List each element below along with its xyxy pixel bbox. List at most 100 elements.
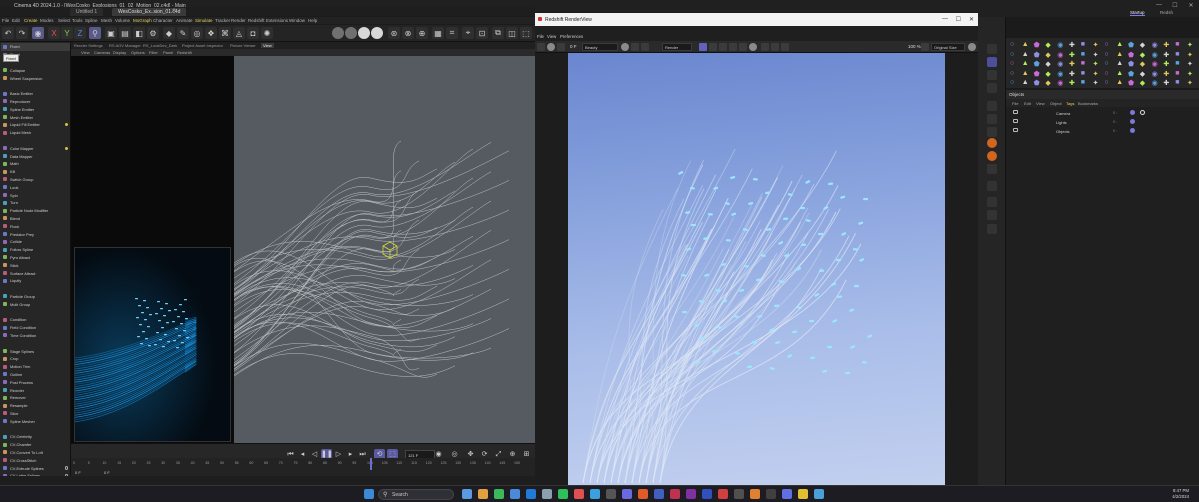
tag-icon[interactable] <box>1130 110 1135 115</box>
create-item[interactable]: CV-Extrude Splines <box>1 464 70 472</box>
object-palette-icon[interactable]: ▲ <box>1022 79 1030 87</box>
isoparm-icon[interactable]: ⊗ <box>402 27 414 39</box>
object-palette-icon[interactable]: ✦ <box>1187 41 1195 49</box>
taskbar-app-icon[interactable] <box>510 489 520 499</box>
rv-grid-icon[interactable] <box>709 43 717 51</box>
object-palette-icon[interactable]: ✚ <box>1069 70 1077 78</box>
taskbar-app-icon[interactable] <box>702 489 712 499</box>
symmetry-icon[interactable]: ⧉ <box>492 27 504 39</box>
rv-menu-file[interactable]: File <box>537 34 544 39</box>
taskbar-app-icon[interactable] <box>734 489 744 499</box>
taskbar-search-input[interactable]: Search <box>378 489 454 500</box>
create-item[interactable]: Particle Group <box>1 293 70 301</box>
create-item[interactable]: Math <box>1 160 70 168</box>
create-item[interactable]: Basic Emitter <box>1 90 70 98</box>
objects-menu-item[interactable]: Object <box>1050 101 1062 106</box>
object-palette-icon[interactable]: ⬟ <box>1034 41 1042 49</box>
rv-exposure-icon[interactable] <box>749 43 757 51</box>
create-item[interactable]: CV-Celebrity <box>1 433 70 441</box>
object-palette-icon[interactable]: ◆ <box>1045 60 1053 68</box>
object-palette-icon[interactable]: ◆ <box>1045 51 1053 59</box>
taskbar-app-icon[interactable] <box>686 489 696 499</box>
wireframe-icon[interactable]: ⊛ <box>388 27 400 39</box>
taskbar-app-icon[interactable] <box>814 489 824 499</box>
tag-icon[interactable] <box>1130 119 1135 124</box>
objects-menu-item[interactable]: File <box>1012 101 1018 106</box>
object-palette-icon[interactable]: ◉ <box>1057 41 1065 49</box>
object-palette-icon[interactable]: ✦ <box>1187 60 1195 68</box>
object-palette-icon[interactable]: ○ <box>1104 60 1112 68</box>
objects-menu-item[interactable]: Bookmarks <box>1078 101 1098 106</box>
taskbar-app-icon[interactable] <box>782 489 792 499</box>
object-palette-icon[interactable]: ○ <box>1010 51 1018 59</box>
object-palette-icon[interactable]: ◉ <box>1152 41 1160 49</box>
view-icon-side[interactable] <box>987 57 997 67</box>
objects-menu-item[interactable]: Edit <box>1024 101 1031 106</box>
menu-render[interactable]: Render <box>231 18 246 23</box>
z-axis-icon[interactable]: Z <box>74 27 86 39</box>
rv-menu-preferences[interactable]: Preferences <box>560 34 583 39</box>
object-palette-icon[interactable]: ▲ <box>1116 70 1124 78</box>
menu-create[interactable]: Create <box>24 18 38 23</box>
rv-color-icon[interactable] <box>621 43 629 51</box>
rv-region-icon[interactable] <box>699 43 707 51</box>
object-palette-icon[interactable]: ◆ <box>1140 41 1148 49</box>
minimize-button[interactable]: — <box>1151 2 1167 8</box>
taskbar-app-icon[interactable] <box>542 489 552 499</box>
object-palette-icon[interactable]: ◆ <box>1140 60 1148 68</box>
rv-pick-icon[interactable] <box>729 43 737 51</box>
menu-spline[interactable]: Spline <box>85 18 98 23</box>
create-item[interactable]: Color Mapper <box>1 144 70 152</box>
create-item[interactable]: Particle Node Modifier <box>1 207 70 215</box>
viewport-menu-item[interactable]: View <box>81 50 90 55</box>
object-palette-icon[interactable]: ■ <box>1081 79 1089 87</box>
snap-icon[interactable]: ⌗ <box>446 27 458 39</box>
deformer-icon[interactable]: ⌘ <box>219 27 231 39</box>
taskbar-app-icon[interactable] <box>574 489 584 499</box>
viewport-menu-item[interactable]: Filter <box>149 50 158 55</box>
create-item[interactable]: Wheel Suspension <box>1 74 70 82</box>
viewport-tab[interactable]: View <box>261 43 274 48</box>
create-item[interactable]: Liquid Mesh <box>1 129 70 137</box>
object-palette-icon[interactable]: ◆ <box>1140 51 1148 59</box>
field-icon[interactable]: ◬ <box>233 27 245 39</box>
snapping-icon-side[interactable] <box>987 138 997 148</box>
create-item[interactable]: Crop <box>1 355 70 363</box>
coordinate-system-icon[interactable]: ⚲ <box>89 27 101 39</box>
edge-icon-side[interactable] <box>987 83 997 93</box>
start-frame-field[interactable]: 0 F <box>75 470 81 475</box>
create-item[interactable]: Outline <box>1 371 70 379</box>
object-palette-icon[interactable]: ◉ <box>1057 70 1065 78</box>
create-item[interactable]: Spline Mesher <box>1 417 70 425</box>
texture-icon-side[interactable] <box>987 114 997 124</box>
viewport-menu-item[interactable]: Display <box>113 50 126 55</box>
protection-tag-icon[interactable] <box>1140 110 1145 115</box>
create-item[interactable]: Fixed <box>1 43 70 51</box>
menu-window[interactable]: Window <box>289 18 305 23</box>
live-selection-icon[interactable]: ◉ <box>32 27 44 39</box>
taskbar-app-icon[interactable] <box>526 489 536 499</box>
object-palette-icon[interactable]: ▲ <box>1116 51 1124 59</box>
points-icon-side[interactable] <box>987 127 997 137</box>
create-item[interactable]: Collapse <box>1 66 70 74</box>
menu-edit[interactable]: Edit <box>12 18 20 23</box>
create-item[interactable]: Time Condition <box>1 332 70 340</box>
scale-icon-side[interactable] <box>987 197 997 207</box>
object-palette-icon[interactable]: ⬟ <box>1034 51 1042 59</box>
taskbar-app-icon[interactable] <box>670 489 680 499</box>
menu-file[interactable]: File <box>2 18 9 23</box>
object-palette-icon[interactable]: ✚ <box>1069 60 1077 68</box>
render-view-maximize-icon[interactable]: ☐ <box>956 16 961 23</box>
rv-render-icon[interactable] <box>547 43 555 51</box>
create-item[interactable]: Liquify <box>1 277 70 285</box>
object-palette-icon[interactable]: ✚ <box>1163 60 1171 68</box>
menu-modes[interactable]: Modes <box>40 18 54 23</box>
pen-icon[interactable]: ✎ <box>177 27 189 39</box>
create-item[interactable]: Remover <box>1 394 70 402</box>
object-palette-icon[interactable]: ◉ <box>1152 51 1160 59</box>
object-palette-icon[interactable]: ⬟ <box>1128 41 1136 49</box>
object-palette-icon[interactable]: ✦ <box>1187 70 1195 78</box>
taskbar-app-icon[interactable] <box>654 489 664 499</box>
object-palette-icon[interactable]: ✚ <box>1069 51 1077 59</box>
menu-animate[interactable]: Animate <box>176 18 193 23</box>
